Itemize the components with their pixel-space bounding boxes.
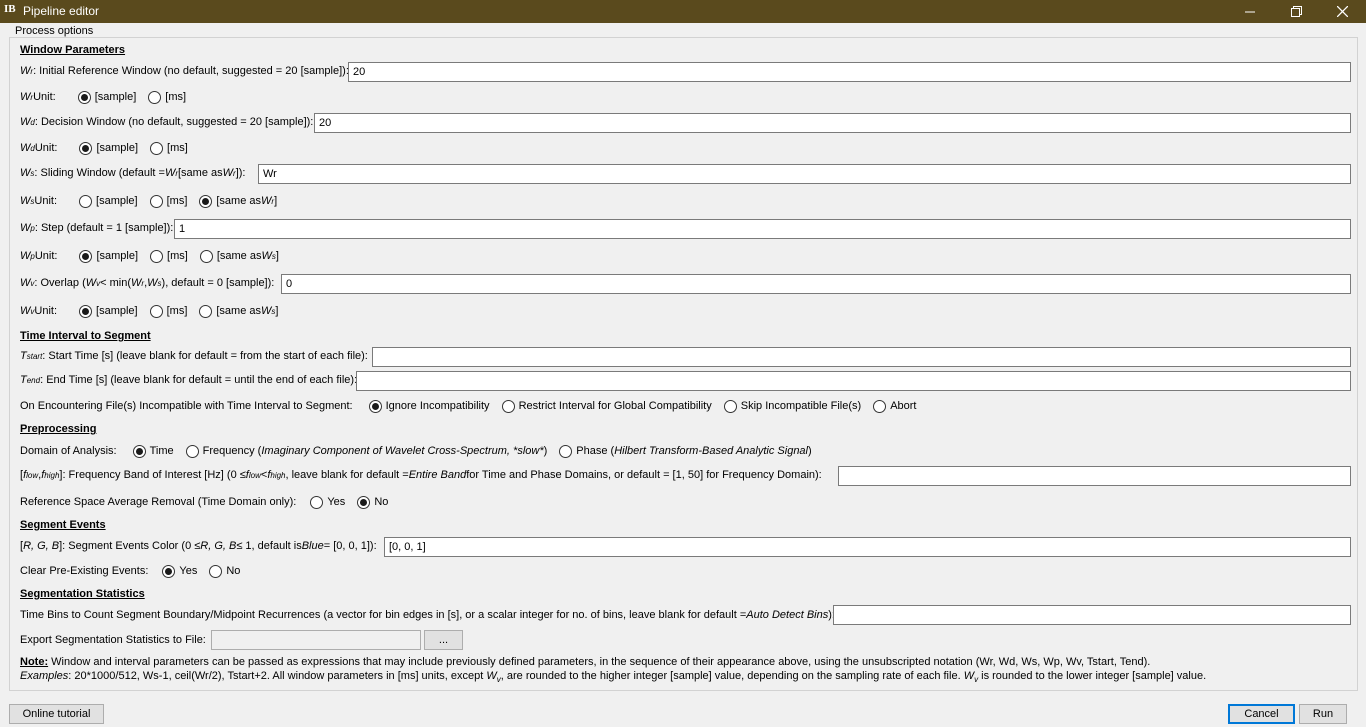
title-bar: IB Pipeline editor [0,0,1366,23]
run-button[interactable]: Run [1299,704,1347,724]
wd-unit-ms-radio[interactable]: [ms] [150,141,188,155]
wd-unit-row: Wd Unit: [sample] [ms] [20,141,188,155]
wr-label: Wr: Initial Reference Window (no default… [20,65,349,77]
incompat-ignore-radio[interactable]: Ignore Incompatibility [368,399,490,413]
timebins-label: Time Bins to Count Segment Boundary/Midp… [20,609,835,621]
wp-unit-same-radio[interactable]: [same as Ws] [199,249,279,263]
ws-unit-same-radio[interactable]: [same as Wr] [199,194,277,208]
color-label: [R, G, B]: Segment Events Color (0 ≤ R, … [20,540,377,552]
clear-events-row: Clear Pre-Existing Events: Yes No [20,564,241,578]
refavg-row: Reference Space Average Removal (Time Do… [20,495,389,509]
cancel-button[interactable]: Cancel [1228,704,1295,724]
incompat-row: On Encountering File(s) Incompatible wit… [20,399,917,413]
section-preprocessing: Preprocessing [20,423,97,435]
refavg-yes-radio[interactable]: Yes [310,495,345,509]
tstart-input[interactable] [372,347,1351,367]
fband-label: [f low, f high]: Frequency Band of Interes… [20,469,822,481]
clear-events-yes-radio[interactable]: Yes [162,564,197,578]
tstart-label: Tstart: Start Time [s] (leave blank for … [20,350,368,362]
ws-input[interactable]: Wr [258,164,1351,184]
online-tutorial-button[interactable]: Online tutorial [9,704,104,724]
wr-input[interactable]: 20 [348,62,1351,82]
wp-unit-sample-radio[interactable]: [sample] [79,249,138,263]
wp-unit-ms-radio[interactable]: [ms] [150,249,188,263]
wr-unit-ms-radio[interactable]: [ms] [148,90,186,104]
maximize-button[interactable] [1273,0,1319,23]
ws-label: Ws: Sliding Window (default = Wr [same a… [20,167,246,179]
wd-label: Wd: Decision Window (no default, suggest… [20,116,314,128]
minimize-button[interactable] [1227,0,1273,23]
brainstorm-icon: IB [4,3,16,15]
timebins-input[interactable] [833,605,1351,625]
window-title: Pipeline editor [23,4,100,18]
note-line-1: Note: Window and interval parameters can… [20,656,1151,668]
incompat-abort-radio[interactable]: Abort [873,399,916,413]
wp-unit-row: Wp Unit: [sample] [ms] [same as Ws] [20,249,279,263]
ws-unit-ms-radio[interactable]: [ms] [149,194,187,208]
export-file-input[interactable] [211,630,421,650]
domain-time-radio[interactable]: Time [132,444,174,458]
wp-input[interactable]: 1 [174,219,1351,239]
ws-unit-sample-radio[interactable]: [sample] [79,194,138,208]
domain-phase-radio[interactable]: Phase (Hilbert Transform-Based Analytic … [559,444,812,458]
section-segment-events: Segment Events [20,519,106,531]
tend-label: Tend: End Time [s] (leave blank for defa… [20,374,358,386]
export-label: Export Segmentation Statistics to File: [20,634,206,646]
close-icon [1336,6,1348,17]
panel-title: Process options [13,25,96,37]
wr-unit-row: Wr Unit: [sample] [ms] [20,90,187,104]
wv-unit-ms-radio[interactable]: [ms] [149,304,187,318]
close-button[interactable] [1319,0,1365,23]
wp-label: Wp: Step (default = 1 [sample]): [20,222,174,234]
fband-input[interactable] [838,466,1351,486]
wv-unit-same-radio[interactable]: [same as Ws] [199,304,278,318]
restore-icon [1290,6,1302,17]
incompat-restrict-radio[interactable]: Restrict Interval for Global Compatibili… [501,399,712,413]
browse-button[interactable]: ... [424,630,463,650]
wr-unit-sample-radio[interactable]: [sample] [77,90,136,104]
wv-input[interactable]: 0 [281,274,1351,294]
wv-label: Wv: Overlap (Wv < min(Wr, Ws), default = … [20,277,275,289]
refavg-no-radio[interactable]: No [357,495,388,509]
clear-events-no-radio[interactable]: No [209,564,240,578]
wv-unit-sample-radio[interactable]: [sample] [79,304,138,318]
section-time-interval: Time Interval to Segment [20,330,151,342]
wd-input[interactable]: 20 [314,113,1351,133]
incompat-skip-radio[interactable]: Skip Incompatible File(s) [723,399,861,413]
ws-unit-row: Ws Unit: [sample] [ms] [same as Wr] [20,194,278,208]
section-window-parameters: Window Parameters [20,44,126,56]
note-line-2: Examples: 20*1000/512, Ws-1, ceil(Wr/2),… [20,670,1207,685]
domain-frequency-radio[interactable]: Frequency (Imaginary Component of Wavele… [185,444,547,458]
wv-unit-row: Wv Unit: [sample] [ms] [same as Ws] [20,304,279,318]
section-segmentation-statistics: Segmentation Statistics [20,588,145,600]
minimize-icon [1245,11,1255,12]
wd-unit-sample-radio[interactable]: [sample] [79,141,138,155]
domain-row: Domain of Analysis: Time Frequency (Imag… [20,444,812,458]
tend-input[interactable] [356,371,1351,391]
color-input[interactable]: [0, 0, 1] [384,537,1351,557]
